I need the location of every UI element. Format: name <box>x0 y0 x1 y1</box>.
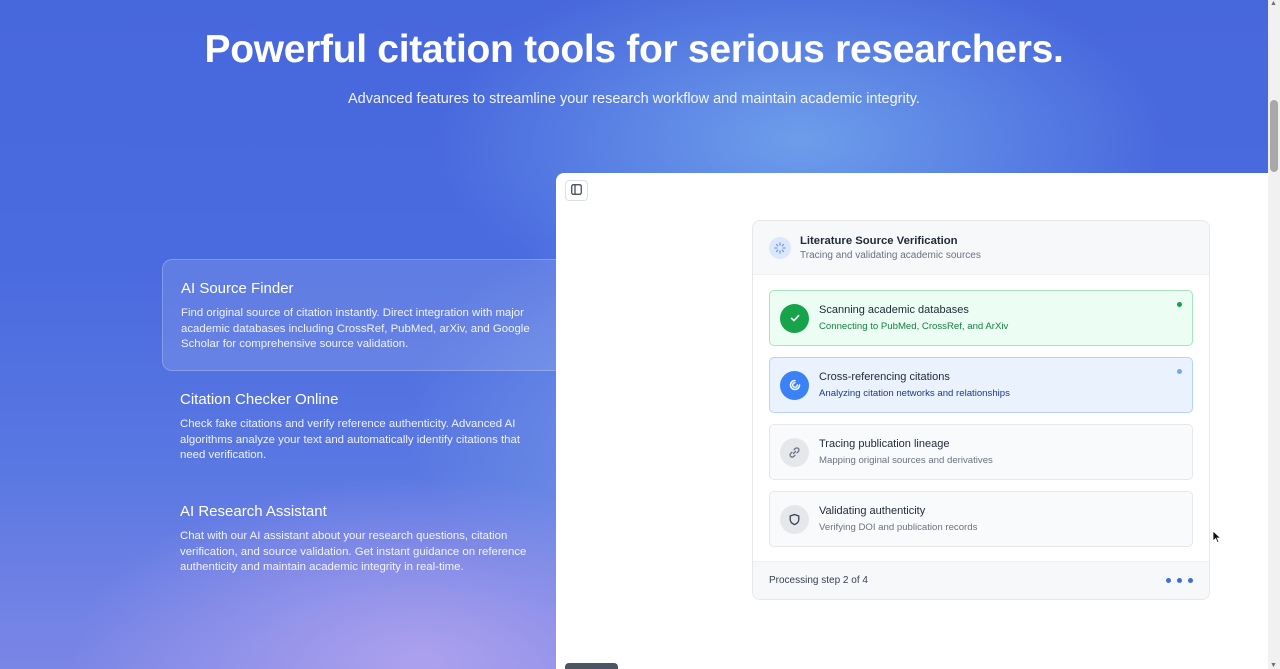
feature-description: Chat with our AI assistant about your re… <box>180 530 527 574</box>
step-validating-authenticity: Validating authenticity Verifying DOI an… <box>769 491 1193 547</box>
scrollbar[interactable]: ▲ ▼ <box>1268 0 1280 669</box>
feature-description: Check fake citations and verify referenc… <box>180 418 520 462</box>
loading-icon <box>769 236 791 259</box>
step-title: Tracing publication lineage <box>819 438 950 450</box>
scroll-up-icon[interactable]: ▲ <box>1270 0 1277 7</box>
scroll-down-icon[interactable]: ▼ <box>1270 662 1277 669</box>
step-title: Validating authenticity <box>819 505 926 517</box>
verification-title: Literature Source Verification <box>800 234 958 247</box>
feature-title: AI Research Assistant <box>180 503 327 520</box>
step-description: Verifying DOI and publication records <box>819 522 978 533</box>
check-icon <box>780 303 809 333</box>
verification-subtitle: Tracing and validating academic sources <box>800 249 981 261</box>
step-scanning-databases: Scanning academic databases Connecting t… <box>769 290 1193 346</box>
link-icon <box>780 437 809 467</box>
shield-icon <box>780 504 809 534</box>
feature-title: Citation Checker Online <box>180 391 339 408</box>
step-title: Scanning academic databases <box>819 304 969 316</box>
progress-text: Processing step 2 of 4 <box>769 575 868 586</box>
step-tracing-lineage: Tracing publication lineage Mapping orig… <box>769 424 1193 480</box>
verification-footer: Processing step 2 of 4 <box>753 561 1209 599</box>
loading-dots-icon <box>1166 578 1193 583</box>
step-cross-referencing: Cross-referencing citations Analyzing ci… <box>769 357 1193 413</box>
step-description: Mapping original sources and derivatives <box>819 455 993 466</box>
step-description: Connecting to PubMed, CrossRef, and ArXi… <box>819 321 1009 332</box>
demo-panel: Literature Source Verification Tracing a… <box>556 173 1269 669</box>
hero-subtitle: Advanced features to streamline your res… <box>348 91 920 107</box>
status-dot <box>1177 369 1182 374</box>
feature-ai-source-finder[interactable]: AI Source Finder Find original source of… <box>162 259 556 371</box>
sidebar-toggle-icon <box>571 182 582 200</box>
step-title: Cross-referencing citations <box>819 371 950 383</box>
mouse-cursor-icon <box>1212 530 1222 549</box>
feature-ai-research-assistant[interactable]: AI Research Assistant Chat with our AI a… <box>162 483 556 594</box>
verification-card: Literature Source Verification Tracing a… <box>752 220 1210 600</box>
feature-title: AI Source Finder <box>181 280 294 297</box>
verification-header: Literature Source Verification Tracing a… <box>753 221 1209 275</box>
spinner-icon <box>780 370 809 400</box>
step-description: Analyzing citation networks and relation… <box>819 388 1010 399</box>
hero-title: Powerful citation tools for serious rese… <box>204 28 1064 71</box>
feature-citation-checker[interactable]: Citation Checker Online Check fake citat… <box>162 371 556 482</box>
feature-description: Find original source of citation instant… <box>181 307 530 351</box>
made-with-badge[interactable] <box>565 663 618 669</box>
scroll-thumb[interactable] <box>1270 100 1278 172</box>
sidebar-toggle-button[interactable] <box>565 180 588 201</box>
status-dot <box>1177 302 1182 307</box>
